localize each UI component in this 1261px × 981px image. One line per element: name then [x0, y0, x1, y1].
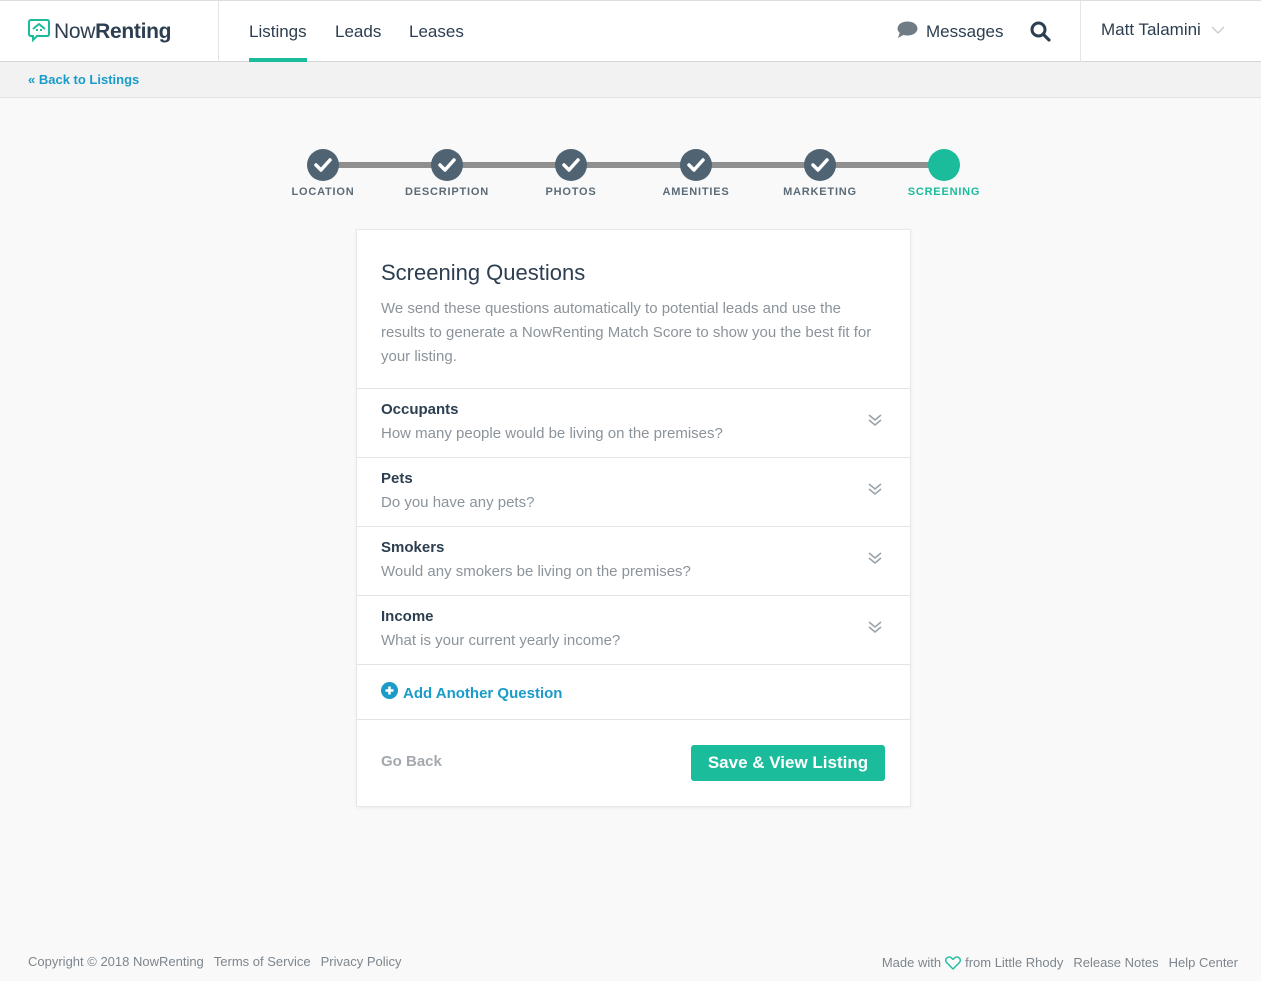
question-text: How many people would be living on the p… — [381, 425, 723, 442]
page-footer: Copyright © 2018 NowRenting Terms of Ser… — [0, 945, 1261, 981]
question-text: Do you have any pets? — [381, 494, 535, 511]
double-chevron-down-icon[interactable] — [868, 413, 882, 432]
card-header: Screening Questions We send these questi… — [357, 230, 910, 389]
step-label: PHOTOS — [545, 186, 597, 198]
copyright-text: Copyright © 2018 NowRenting — [28, 954, 204, 969]
footer-right: Made with from Little Rhody Release Note… — [882, 955, 1238, 970]
plus-circle-icon — [381, 682, 398, 704]
footer-left: Copyright © 2018 NowRenting Terms of Ser… — [28, 954, 402, 969]
card-title: Screening Questions — [381, 260, 586, 285]
step-complete-dot — [555, 149, 587, 181]
save-and-view-listing-button[interactable]: Save & View Listing — [691, 745, 885, 781]
step-label: AMENITIES — [662, 186, 730, 198]
checkmark-icon — [562, 158, 580, 172]
add-question-row: Add Another Question — [357, 665, 910, 720]
nav-tab-listings[interactable]: Listings — [249, 1, 307, 62]
step-label: DESCRIPTION — [405, 186, 489, 198]
step-label: LOCATION — [291, 186, 355, 198]
screening-questions-card: Screening Questions We send these questi… — [356, 229, 911, 807]
progress-stepper: LOCATION DESCRIPTION PHOTOS AMENITIES MA… — [0, 148, 1261, 208]
house-chat-logo-icon — [28, 17, 50, 48]
question-row-income[interactable]: Income What is your current yearly incom… — [357, 596, 910, 665]
sub-nav-bar: « Back to Listings — [0, 62, 1261, 98]
messages-label: Messages — [926, 22, 1004, 41]
double-chevron-down-icon[interactable] — [868, 551, 882, 570]
checkmark-icon — [687, 158, 705, 172]
step-photos[interactable]: PHOTOS — [511, 148, 631, 198]
question-title: Smokers — [381, 539, 445, 556]
nav-tab-leases[interactable]: Leases — [409, 1, 464, 62]
top-nav: NowRenting Listings Leads Leases Message… — [0, 0, 1261, 62]
question-text: What is your current yearly income? — [381, 632, 621, 649]
add-question-label: Add Another Question — [403, 684, 563, 702]
step-location[interactable]: LOCATION — [263, 148, 383, 198]
question-title: Occupants — [381, 401, 459, 418]
go-back-button[interactable]: Go Back — [381, 753, 442, 770]
checkmark-icon — [314, 158, 332, 172]
step-screening[interactable]: SCREENING — [884, 148, 1004, 198]
step-label: MARKETING — [783, 186, 857, 198]
double-chevron-down-icon[interactable] — [868, 620, 882, 639]
heart-icon — [945, 955, 962, 970]
question-row-pets[interactable]: Pets Do you have any pets? — [357, 458, 910, 527]
chevron-down-icon — [1211, 21, 1225, 39]
messages-link[interactable]: Messages — [896, 20, 1003, 44]
search-icon — [1030, 21, 1051, 46]
search-button[interactable] — [1030, 21, 1051, 47]
privacy-policy-link[interactable]: Privacy Policy — [321, 954, 402, 969]
made-from-label: from Little Rhody — [965, 955, 1064, 970]
checkmark-icon — [811, 158, 829, 172]
question-title: Income — [381, 608, 434, 625]
step-amenities[interactable]: AMENITIES — [636, 148, 756, 198]
help-center-link[interactable]: Help Center — [1169, 955, 1238, 970]
step-complete-dot — [804, 149, 836, 181]
logo[interactable]: NowRenting — [28, 17, 171, 47]
add-another-question-button[interactable]: Add Another Question — [381, 682, 562, 704]
made-with-label: Made with — [881, 955, 942, 970]
checkmark-icon — [438, 158, 456, 172]
step-marketing[interactable]: MARKETING — [760, 148, 880, 198]
nav-tab-leads[interactable]: Leads — [335, 1, 381, 62]
question-row-smokers[interactable]: Smokers Would any smokers be living on t… — [357, 527, 910, 596]
step-complete-dot — [307, 149, 339, 181]
question-row-occupants[interactable]: Occupants How many people would be livin… — [357, 389, 910, 458]
question-title: Pets — [381, 470, 413, 487]
user-name: Matt Talamini — [1101, 20, 1201, 39]
double-chevron-down-icon[interactable] — [868, 482, 882, 501]
release-notes-link[interactable]: Release Notes — [1073, 955, 1158, 970]
logo-text: NowRenting — [54, 20, 172, 43]
step-label: SCREENING — [907, 186, 981, 198]
nav-divider — [218, 1, 219, 62]
back-to-listings-link[interactable]: « Back to Listings — [28, 72, 139, 87]
question-text: Would any smokers be living on the premi… — [381, 563, 691, 580]
made-with-text: Made with from Little Rhody — [882, 955, 1064, 970]
step-description[interactable]: DESCRIPTION — [387, 148, 507, 198]
user-menu[interactable]: Matt Talamini — [1101, 20, 1225, 40]
card-description: We send these questions automatically to… — [381, 300, 872, 365]
nav-divider — [1080, 1, 1081, 62]
speech-bubble-icon — [896, 21, 918, 44]
card-footer: Go Back Save & View Listing — [357, 720, 910, 806]
step-current-dot — [928, 149, 960, 181]
step-complete-dot — [680, 149, 712, 181]
terms-of-service-link[interactable]: Terms of Service — [214, 954, 311, 969]
step-complete-dot — [431, 149, 463, 181]
